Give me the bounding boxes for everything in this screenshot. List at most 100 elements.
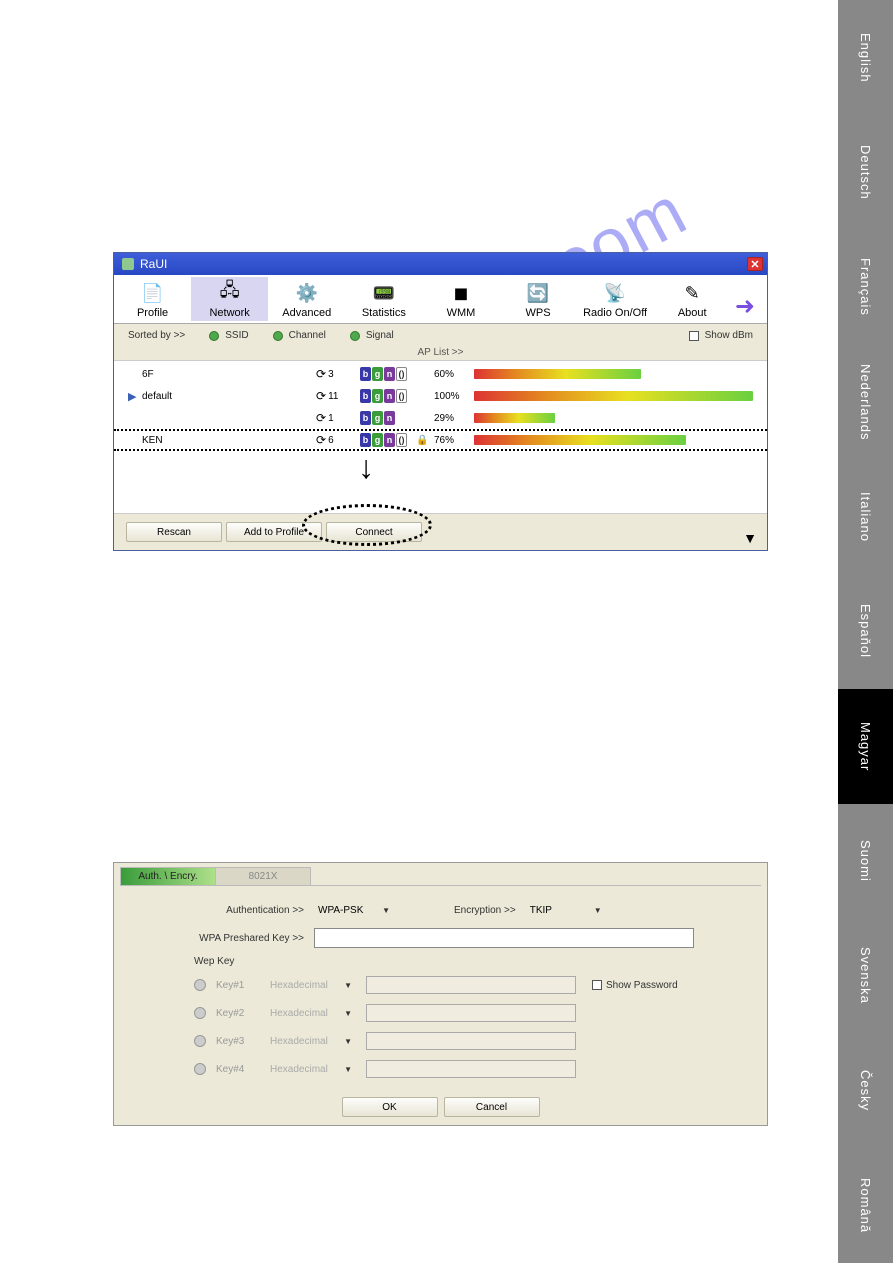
lang-francais[interactable]: Français [838, 230, 893, 345]
checkbox-icon [689, 331, 699, 341]
tb-profile[interactable]: 📄 Profile [114, 277, 191, 321]
channel-icon: ⟳ [316, 411, 326, 425]
wmm-icon: ◼ [448, 281, 474, 305]
chevron-down-icon[interactable]: ▼ [743, 530, 757, 546]
radio-icon: 📡 [602, 281, 628, 305]
auth-select[interactable]: WPA-PSK▼ [314, 902, 394, 918]
close-icon[interactable]: ✕ [747, 257, 763, 271]
tb-wps[interactable]: 🔄 WPS [499, 277, 576, 321]
signal-bar [474, 413, 753, 423]
next-arrow-icon[interactable]: ➜ [731, 291, 759, 321]
wep-key1-label: Key#1 [216, 980, 256, 991]
tb-statistics[interactable]: 📟 Statistics [345, 277, 422, 321]
mode-b-icon: b [360, 389, 371, 403]
radio-icon [209, 331, 219, 341]
tb-network[interactable]: 🖧 Network [191, 277, 268, 321]
connect-button[interactable]: Connect [326, 522, 422, 542]
wep-key1-format[interactable]: Hexadecimal▼ [266, 980, 356, 991]
wep-key1-radio[interactable] [194, 979, 206, 991]
wep-key3-format[interactable]: Hexadecimal▼ [266, 1036, 356, 1047]
tab-8021x[interactable]: 8021X [215, 867, 311, 885]
wep-key4-input[interactable] [366, 1060, 576, 1078]
button-bar: Rescan Add to Profile Connect ▼ [114, 514, 767, 550]
lang-romana[interactable]: Română [838, 1148, 893, 1263]
wep-label: Wep Key [194, 956, 747, 967]
enc-select[interactable]: TKIP▼ [526, 902, 606, 918]
add-profile-button[interactable]: Add to Profile [226, 522, 322, 542]
show-password-checkbox[interactable]: Show Password [592, 980, 678, 991]
lang-magyar[interactable]: Magyar [838, 689, 893, 804]
sort-bar: Sorted by >> SSID Channel Signal Show dB… [114, 324, 767, 347]
ap-row[interactable]: ▶ default ⟳11 bgn() 100% [114, 385, 767, 407]
sort-channel[interactable]: Channel [273, 330, 326, 341]
lang-svenska[interactable]: Svenska [838, 919, 893, 1034]
app-icon [122, 258, 134, 270]
signal-bar [474, 369, 753, 379]
psk-label: WPA Preshared Key >> [184, 933, 304, 944]
wps-icon: 🔄 [525, 281, 551, 305]
wep-key2-input[interactable] [366, 1004, 576, 1022]
lang-nederlands[interactable]: Nederlands [838, 344, 893, 459]
wep-key2-label: Key#2 [216, 1008, 256, 1019]
tb-about[interactable]: ✎ About [654, 277, 731, 321]
lang-english[interactable]: English [838, 0, 893, 115]
wep-key4-radio[interactable] [194, 1063, 206, 1075]
lang-suomi[interactable]: Suomi [838, 804, 893, 919]
mode-sec-icon: () [396, 389, 407, 403]
titlebar: RaUI ✕ [114, 253, 767, 275]
chevron-down-icon: ▼ [344, 1065, 352, 1074]
tab-auth-encry[interactable]: Auth. \ Encry. [120, 867, 216, 885]
wep-key3-label: Key#3 [216, 1036, 256, 1047]
psk-input[interactable] [314, 928, 694, 948]
mode-sec-icon: () [396, 367, 407, 381]
mode-g-icon: g [372, 433, 383, 447]
tb-wmm[interactable]: ◼ WMM [422, 277, 499, 321]
show-dbm-checkbox[interactable]: Show dBm [689, 330, 753, 341]
lang-espanol[interactable]: Espaňol [838, 574, 893, 689]
about-icon: ✎ [679, 281, 705, 305]
sort-label: Sorted by >> [128, 330, 185, 341]
chevron-down-icon: ▼ [344, 1009, 352, 1018]
wep-key4-label: Key#4 [216, 1064, 256, 1075]
rescan-button[interactable]: Rescan [126, 522, 222, 542]
lang-italiano[interactable]: Italiano [838, 459, 893, 574]
ap-row[interactable]: ⟳1 bgn 29% [114, 407, 767, 429]
tb-advanced[interactable]: ⚙️ Advanced [268, 277, 345, 321]
network-icon: 🖧 [217, 281, 243, 305]
channel-icon: ⟳ [316, 433, 326, 447]
wep-key3-input[interactable] [366, 1032, 576, 1050]
signal-pct: 100% [434, 391, 470, 402]
wep-key2-radio[interactable] [194, 1007, 206, 1019]
lang-deutsch[interactable]: Deutsch [838, 115, 893, 230]
sel-indicator: ▶ [128, 390, 138, 403]
auth-panel: Auth. \ Encry. 8021X Authentication >> W… [113, 862, 768, 1126]
ap-row-ken[interactable]: KEN ⟳6 bgn() 🔒 76% [114, 429, 767, 451]
channel-icon: ⟳ [316, 389, 326, 403]
mode-g-icon: g [372, 389, 383, 403]
chevron-down-icon: ▼ [344, 981, 352, 990]
mode-b-icon: b [360, 367, 371, 381]
ap-row[interactable]: 6F ⟳3 bgn() 60% [114, 363, 767, 385]
radio-icon [273, 331, 283, 341]
chevron-down-icon: ▼ [594, 906, 602, 915]
tb-radio[interactable]: 📡 Radio On/Off [577, 277, 654, 321]
wep-key4-format[interactable]: Hexadecimal▼ [266, 1064, 356, 1075]
lang-cesky[interactable]: Česky [838, 1033, 893, 1148]
ap-list-label: AP List >> [114, 347, 767, 360]
advanced-icon: ⚙️ [294, 281, 320, 305]
ok-button[interactable]: OK [342, 1097, 438, 1117]
ap-name: 6F [142, 369, 312, 380]
radio-icon [350, 331, 360, 341]
wep-key2-format[interactable]: Hexadecimal▼ [266, 1008, 356, 1019]
signal-pct: 60% [434, 369, 470, 380]
ap-name: default [142, 391, 312, 402]
mode-g-icon: g [372, 411, 383, 425]
cancel-button[interactable]: Cancel [444, 1097, 540, 1117]
sort-ssid[interactable]: SSID [209, 330, 248, 341]
sort-signal[interactable]: Signal [350, 330, 394, 341]
wep-key1-input[interactable] [366, 976, 576, 994]
checkbox-icon [592, 980, 602, 990]
wep-key3-radio[interactable] [194, 1035, 206, 1047]
toolbar: 📄 Profile 🖧 Network ⚙️ Advanced 📟 Statis… [114, 275, 767, 324]
signal-bar [474, 391, 753, 401]
